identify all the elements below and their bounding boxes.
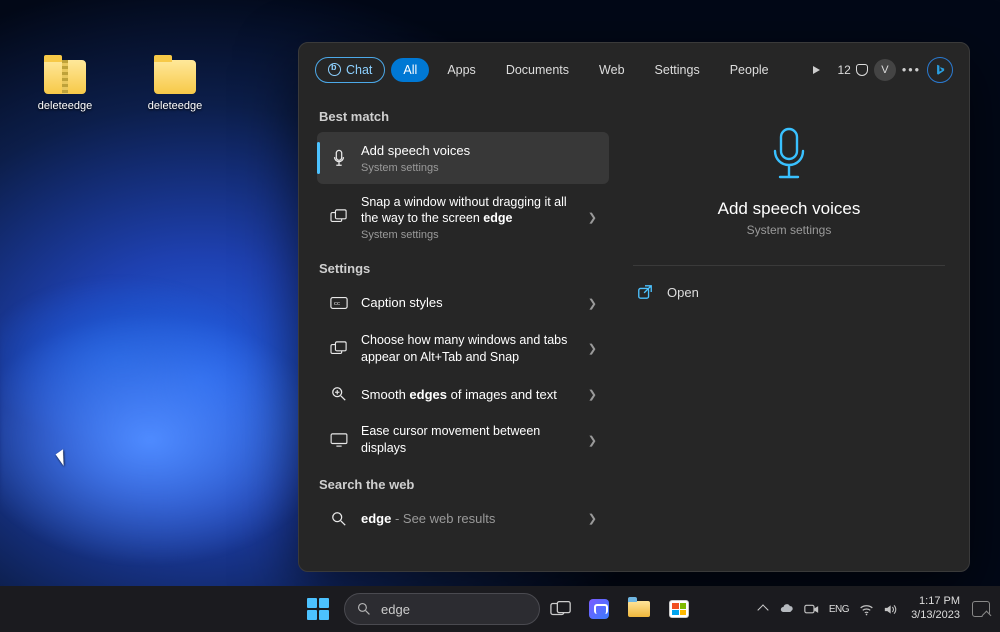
taskbar-store-button[interactable] (662, 592, 696, 626)
wifi-icon[interactable] (859, 602, 874, 617)
tab-settings[interactable]: Settings (643, 58, 712, 82)
result-title: Smooth edges of images and text (361, 386, 576, 404)
chevron-right-icon: ❯ (588, 297, 597, 310)
result-title: Choose how many windows and tabs appear … (361, 332, 576, 366)
chevron-right-icon: ❯ (588, 434, 597, 447)
result-snap-window-edge[interactable]: Snap a window without dragging it all th… (317, 184, 609, 252)
tab-more-scopes[interactable] (801, 58, 832, 82)
clock-time: 1:17 PM (911, 595, 960, 609)
folder-zip-icon (44, 60, 86, 94)
rewards-indicator[interactable]: 12 (838, 63, 868, 77)
desktop-icon-label: deleteedge (148, 100, 202, 112)
display-icon (329, 433, 349, 447)
windows-stack-icon (329, 341, 349, 357)
options-button[interactable]: ••• (902, 63, 921, 77)
result-ease-cursor-displays[interactable]: Ease cursor movement between displays ❯ (317, 413, 609, 467)
volume-icon[interactable] (884, 602, 899, 617)
microsoft-store-icon (669, 600, 689, 618)
microphone-large-icon (766, 125, 812, 185)
chevron-right-icon: ❯ (588, 388, 597, 401)
chevron-right-icon: ❯ (588, 342, 597, 355)
tab-people[interactable]: People (718, 58, 781, 82)
preview-subtitle: System settings (747, 223, 832, 237)
search-flyout: Chat All Apps Documents Web Settings Peo… (298, 42, 970, 572)
task-view-button[interactable] (546, 592, 576, 626)
system-tray: ENG 1:17 PM 3/13/2023 (759, 595, 990, 623)
tab-apps[interactable]: Apps (435, 58, 488, 82)
result-add-speech-voices[interactable]: Add speech voices System settings (317, 132, 609, 184)
taskbar: edge ENG 1:17 PM 3/13/2023 (0, 586, 1000, 632)
file-explorer-icon (628, 601, 650, 617)
magnifier-icon (329, 386, 349, 402)
desktop-icon-deleteedge-zip[interactable]: deleteedge (30, 60, 100, 112)
result-subtitle: System settings (361, 229, 576, 241)
action-label: Open (667, 285, 699, 300)
tray-overflow-button[interactable] (757, 604, 768, 615)
taskbar-explorer-button[interactable] (622, 592, 656, 626)
svg-text:cc: cc (334, 301, 340, 307)
profile-button[interactable]: V (874, 59, 896, 81)
desktop-icon-label: deleteedge (38, 100, 92, 112)
section-search-web: Search the web (319, 477, 609, 492)
chat-icon (589, 599, 609, 619)
bing-b-icon (328, 63, 341, 76)
notifications-button[interactable] (972, 601, 990, 617)
rewards-icon (856, 64, 868, 76)
play-icon (813, 66, 820, 74)
result-caption-styles[interactable]: cc Caption styles ❯ (317, 284, 609, 322)
desktop-icons: deleteedge deleteedge (30, 60, 210, 112)
result-title: Caption styles (361, 294, 576, 312)
captions-icon: cc (329, 296, 349, 310)
taskbar-chat-button[interactable] (582, 592, 616, 626)
chevron-right-icon: ❯ (588, 211, 597, 224)
preview-title: Add speech voices (718, 199, 861, 219)
taskbar-search-value: edge (381, 602, 410, 617)
result-subtitle: System settings (361, 162, 597, 174)
tab-web[interactable]: Web (587, 58, 636, 82)
result-alttab-snap-count[interactable]: Choose how many windows and tabs appear … (317, 322, 609, 376)
folder-icon (154, 60, 196, 94)
rewards-points: 12 (838, 63, 851, 77)
meet-now-icon[interactable] (804, 602, 819, 617)
clock-date: 3/13/2023 (911, 609, 960, 623)
window-snap-icon (329, 209, 349, 225)
taskbar-clock[interactable]: 1:17 PM 3/13/2023 (911, 595, 960, 623)
open-external-icon (637, 284, 653, 300)
result-smooth-edges[interactable]: Smooth edges of images and text ❯ (317, 376, 609, 414)
section-settings: Settings (319, 261, 609, 276)
start-button[interactable] (304, 595, 332, 623)
bing-chat-button[interactable] (927, 57, 953, 83)
chevron-right-icon: ❯ (588, 512, 597, 525)
tab-chat[interactable]: Chat (315, 57, 385, 83)
search-icon (357, 602, 371, 616)
search-icon (329, 511, 349, 527)
action-open[interactable]: Open (633, 272, 945, 312)
taskbar-search-box[interactable]: edge (344, 593, 540, 625)
microphone-icon (329, 149, 349, 167)
tab-documents[interactable]: Documents (494, 58, 581, 82)
results-list: Best match Add speech voices System sett… (299, 93, 609, 571)
onedrive-icon[interactable] (779, 602, 794, 617)
result-title: Ease cursor movement between displays (361, 423, 576, 457)
result-web-edge[interactable]: edge - See web results ❯ (317, 500, 609, 538)
bing-icon (933, 63, 947, 77)
divider (633, 265, 945, 266)
search-scope-tabs: Chat All Apps Documents Web Settings Peo… (299, 43, 969, 93)
result-title: edge - See web results (361, 510, 576, 528)
tab-all[interactable]: All (391, 58, 429, 82)
result-title: Add speech voices (361, 142, 597, 160)
section-best-match: Best match (319, 109, 609, 124)
result-title: Snap a window without dragging it all th… (361, 194, 576, 228)
language-indicator[interactable]: ENG (829, 604, 849, 615)
task-view-icon (550, 600, 572, 618)
result-preview-pane: Add speech voices System settings Open (609, 93, 969, 571)
desktop-icon-deleteedge[interactable]: deleteedge (140, 60, 210, 112)
